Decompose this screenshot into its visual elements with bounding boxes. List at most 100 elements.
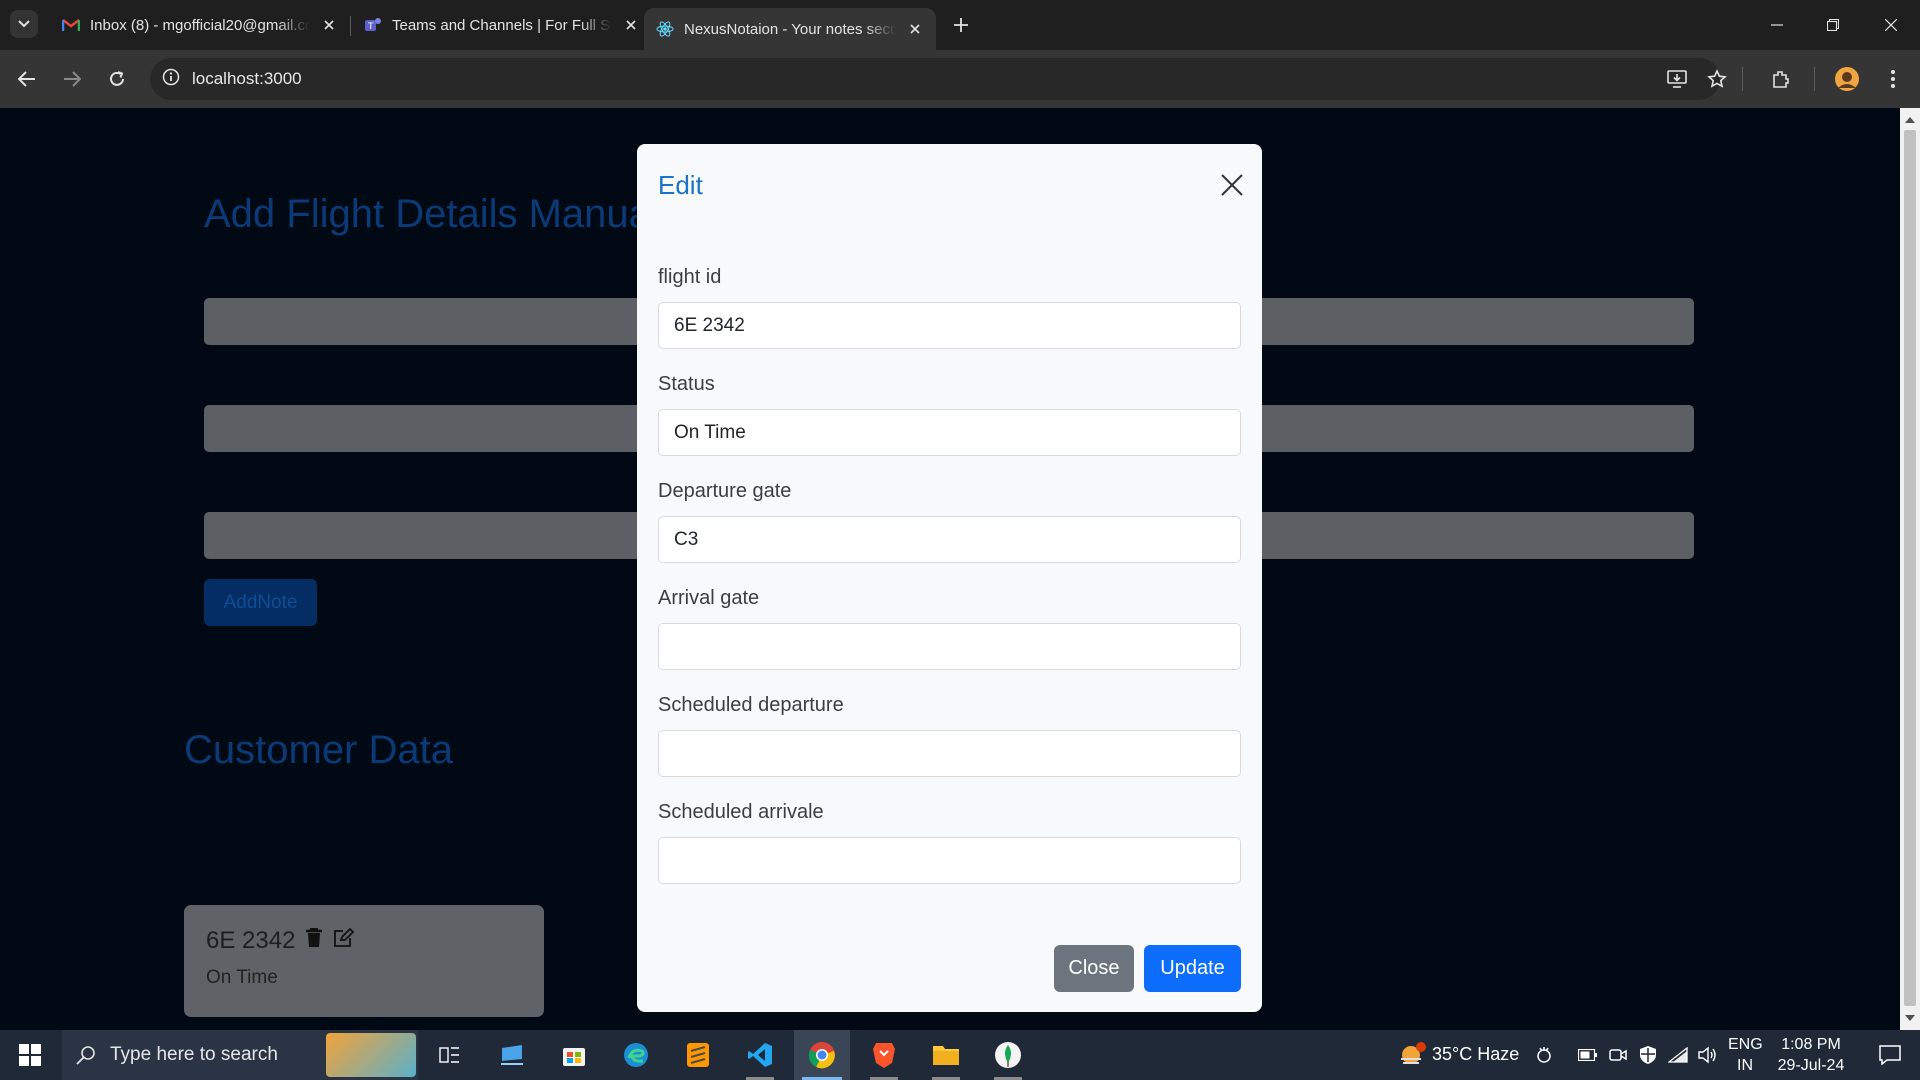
departure-gate-label: Departure gate — [658, 480, 792, 502]
scheduled-departure-field[interactable] — [658, 730, 1241, 777]
search-icon — [76, 1046, 95, 1065]
restore-icon — [1827, 19, 1839, 31]
departure-gate-field[interactable]: C3 — [658, 516, 1241, 563]
minimize-button[interactable] — [1754, 8, 1800, 42]
notifications-icon[interactable] — [1862, 1030, 1918, 1080]
reload-button[interactable] — [100, 62, 134, 96]
extensions-icon[interactable] — [1764, 62, 1798, 96]
volume-icon[interactable] — [1694, 1030, 1722, 1080]
trash-icon[interactable] — [305, 927, 323, 955]
scheduled-arrival-label: Scheduled arrivale — [658, 801, 824, 823]
page-title: Add Flight Details Manually — [204, 192, 689, 236]
arrow-left-icon — [18, 71, 35, 87]
reload-icon — [110, 71, 124, 86]
back-button[interactable] — [10, 62, 44, 96]
flight-id-field[interactable]: 6E 2342 — [658, 302, 1241, 349]
tab-title: Teams and Channels | For Full Stack — [392, 16, 612, 34]
task-view-icon[interactable] — [422, 1030, 478, 1080]
security-shield-icon[interactable] — [1634, 1030, 1662, 1080]
search-placeholder: Type here to search — [110, 1044, 278, 1065]
tab-search-button[interactable] — [10, 10, 38, 38]
minimize-icon — [1771, 24, 1783, 26]
vscode-icon[interactable] — [732, 1030, 788, 1080]
microsoft-store-icon[interactable] — [546, 1030, 602, 1080]
wifi-icon[interactable] — [1664, 1030, 1692, 1080]
scheduled-departure-label: Scheduled departure — [658, 694, 844, 716]
chevron-down-icon — [18, 20, 30, 28]
close-icon — [1221, 174, 1243, 196]
arrival-gate-label: Arrival gate — [658, 587, 760, 609]
scroll-down-icon[interactable] — [1904, 1012, 1916, 1024]
flight-card: 6E 2342 On Time — [184, 905, 544, 1017]
file-explorer-icon[interactable] — [918, 1030, 974, 1080]
taskbar-search[interactable]: Type here to search — [62, 1030, 418, 1080]
tab-teams[interactable]: T Teams and Channels | For Full Stack — [352, 8, 652, 42]
tab-title: Inbox (8) - mgofficial20@gmail.com - Gma… — [90, 16, 310, 34]
scrollbar-thumb[interactable] — [1904, 130, 1916, 1006]
bookmark-star-icon[interactable] — [1700, 62, 1734, 96]
browser-tabstrip: Inbox (8) - mgofficial20@gmail.com - Gma… — [0, 0, 1920, 50]
close-tab-icon[interactable] — [320, 16, 338, 34]
mongodb-compass-icon[interactable] — [980, 1030, 1036, 1080]
close-button[interactable]: Close — [1054, 945, 1134, 992]
restore-button[interactable] — [1810, 8, 1856, 42]
edit-icon[interactable] — [333, 927, 355, 955]
clock[interactable]: 1:08 PM 29-Jul-24 — [1774, 1034, 1848, 1076]
language-line1: ENG — [1728, 1036, 1763, 1053]
scroll-up-icon[interactable] — [1904, 114, 1916, 126]
language-line2: IN — [1737, 1057, 1753, 1074]
react-icon — [656, 20, 674, 38]
start-button[interactable] — [2, 1030, 58, 1080]
language-indicator[interactable]: ENG IN — [1728, 1034, 1763, 1076]
new-tab-button[interactable] — [948, 12, 974, 38]
install-app-icon[interactable] — [1660, 62, 1694, 96]
card-status: On Time — [206, 967, 278, 988]
tab-nexusnotaion[interactable]: NexusNotaion - Your notes secured — [644, 8, 936, 50]
site-info-icon[interactable] — [162, 68, 180, 91]
card-flight-id: 6E 2342 — [206, 927, 296, 954]
gmail-icon — [62, 16, 80, 34]
browser-toolbar: localhost:3000 — [0, 50, 1920, 108]
flight-id-label: flight id — [658, 266, 722, 288]
url-text: localhost:3000 — [192, 69, 302, 88]
update-button[interactable]: Update — [1144, 945, 1241, 992]
menu-kebab-icon[interactable] — [1876, 62, 1910, 96]
sublime-text-icon[interactable] — [670, 1030, 726, 1080]
teams-icon: T — [364, 16, 382, 34]
close-tab-icon[interactable] — [622, 16, 640, 34]
svg-text:T: T — [367, 22, 374, 32]
close-icon — [1885, 19, 1897, 31]
chrome-icon[interactable] — [794, 1030, 850, 1080]
edit-modal: Edit flight id 6E 2342 Status On Time De… — [637, 144, 1262, 1012]
computer-app-icon[interactable] — [484, 1030, 540, 1080]
section-title: Customer Data — [184, 728, 453, 772]
modal-close-button[interactable] — [1215, 168, 1249, 202]
forward-button[interactable] — [55, 62, 89, 96]
windows-taskbar: Type here to search 35°C Haze ENG IN 1:0… — [0, 1030, 1920, 1080]
brave-icon[interactable] — [856, 1030, 912, 1080]
tab-gmail[interactable]: Inbox (8) - mgofficial20@gmail.com - Gma… — [50, 8, 350, 42]
address-bar[interactable]: localhost:3000 — [150, 58, 1720, 100]
add-note-button[interactable]: AddNote — [204, 579, 317, 626]
plus-icon — [954, 18, 968, 32]
battery-icon[interactable] — [1576, 1030, 1600, 1080]
status-label: Status — [658, 373, 715, 395]
close-window-button[interactable] — [1868, 8, 1914, 42]
meet-now-icon[interactable] — [1604, 1030, 1632, 1080]
arrow-right-icon — [64, 71, 81, 87]
scheduled-arrival-field[interactable] — [658, 837, 1241, 884]
edge-icon[interactable] — [608, 1030, 664, 1080]
modal-title: Edit — [658, 170, 703, 200]
search-highlight-image — [326, 1033, 416, 1077]
weather-text[interactable]: 35°C Haze — [1432, 1044, 1519, 1065]
close-tab-icon[interactable] — [906, 20, 924, 38]
clock-date: 29-Jul-24 — [1777, 1057, 1845, 1074]
network-activity-icon[interactable] — [1530, 1030, 1558, 1080]
page-scrollbar[interactable] — [1900, 108, 1920, 1030]
arrival-gate-field[interactable] — [658, 623, 1241, 670]
clock-time: 1:08 PM — [1781, 1036, 1841, 1053]
profile-avatar[interactable] — [1830, 62, 1864, 96]
windows-icon — [19, 1044, 41, 1066]
status-field[interactable]: On Time — [658, 409, 1241, 456]
tab-title: NexusNotaion - Your notes secured — [684, 20, 896, 38]
